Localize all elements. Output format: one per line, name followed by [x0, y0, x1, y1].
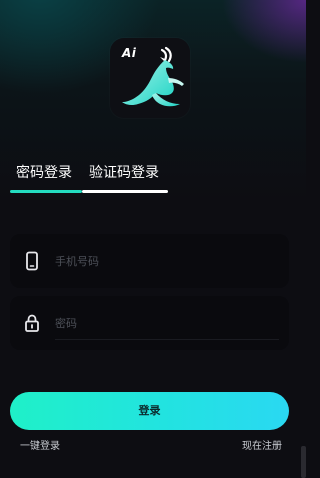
lock-icon [25, 314, 39, 332]
tab-code-login[interactable]: 验证码登录 [89, 162, 159, 188]
password-field-divider [55, 339, 279, 340]
one-click-login-link[interactable]: 一键登录 [20, 437, 60, 452]
tab-password-login[interactable]: 密码登录 [16, 162, 72, 188]
password-input[interactable] [55, 310, 275, 336]
active-tab-indicator [10, 190, 82, 193]
password-field-container [10, 296, 289, 350]
phone-input[interactable] [55, 248, 275, 274]
register-link[interactable]: 现在注册 [242, 437, 282, 452]
phone-field-container [10, 234, 289, 288]
login-button[interactable]: 登录 [10, 392, 289, 430]
logo-badge-text: Ai [122, 46, 137, 60]
inactive-tab-indicator [82, 190, 168, 193]
scrollbar[interactable] [301, 446, 306, 478]
login-screen: Ai 密码登录 验证码登录 登录 一键登录 现在注册 [0, 0, 306, 478]
phone-icon [26, 251, 38, 271]
login-method-tabs: 密码登录 验证码登录 [10, 162, 170, 194]
app-logo: Ai [110, 38, 190, 118]
